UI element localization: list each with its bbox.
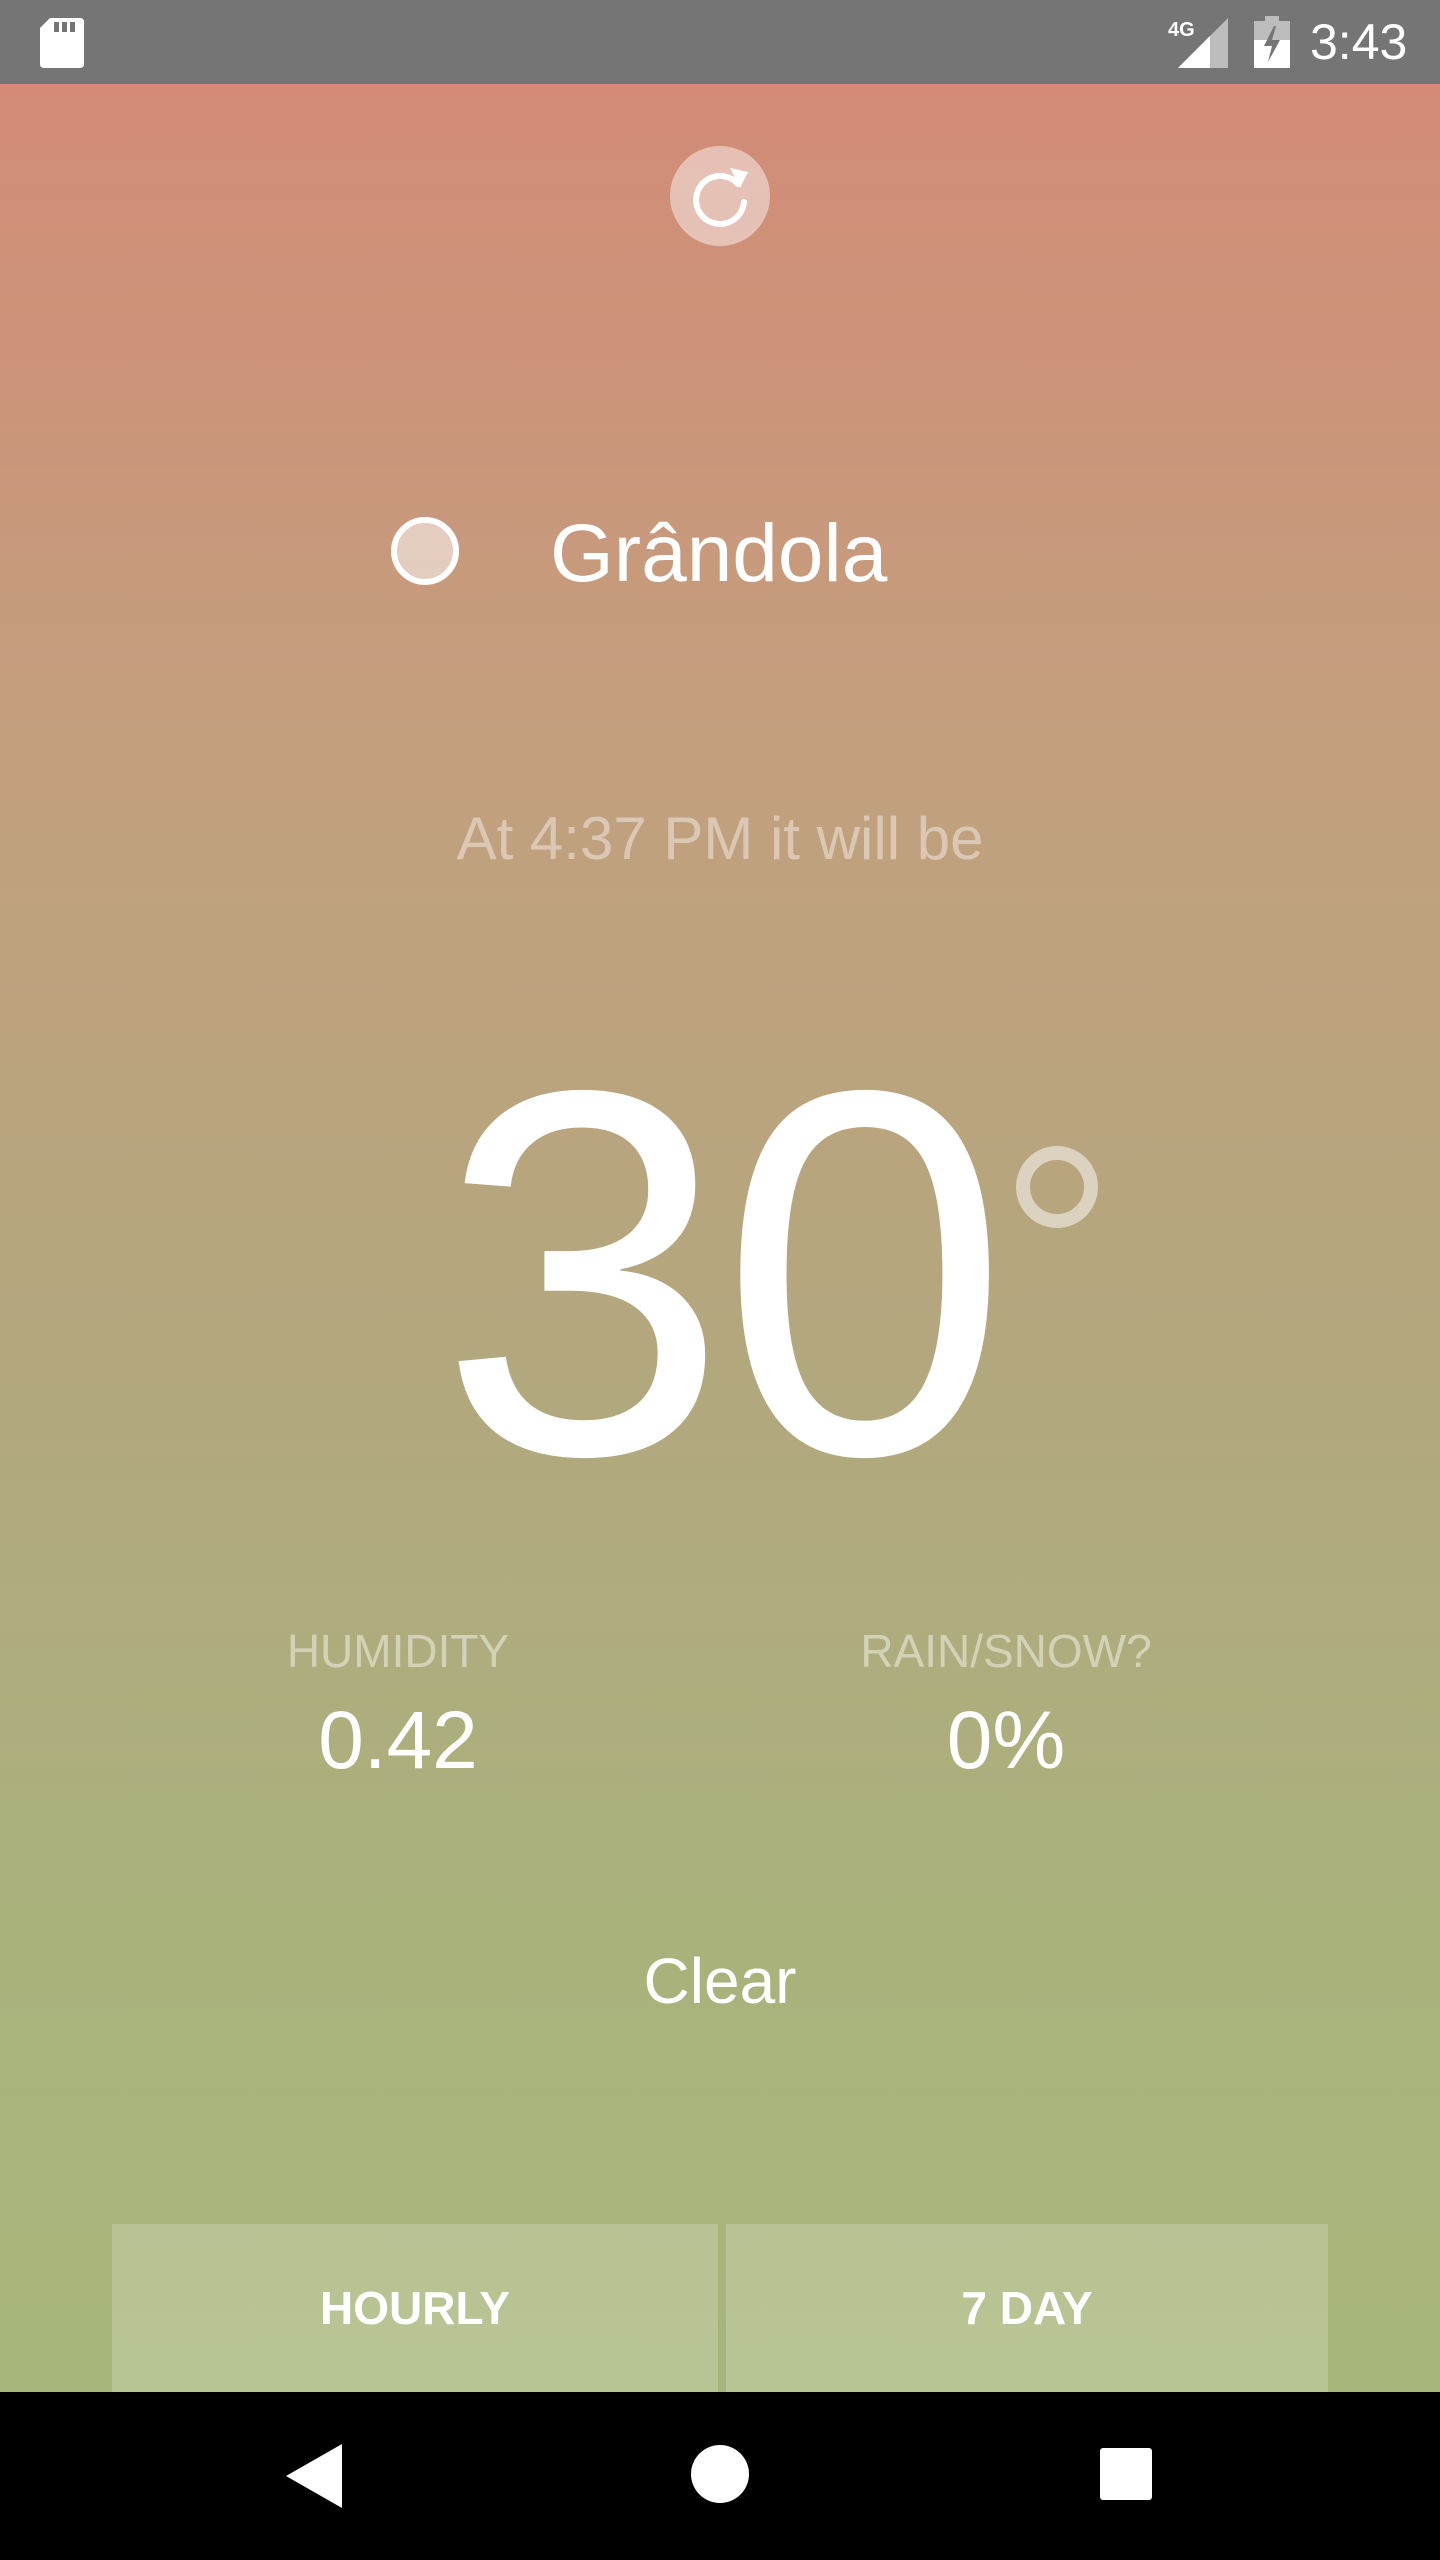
location-row: Grândola (0, 494, 1440, 614)
weather-summary: Clear (643, 1945, 797, 2017)
refresh-icon (693, 168, 748, 227)
humidity-label: HUMIDITY (286, 1625, 510, 1677)
sd-card-icon (40, 18, 84, 68)
forecast-time-text: At 4:37 PM it will be (456, 805, 984, 872)
precipitation-value: 0% (946, 1695, 1066, 1786)
network-type-text: 4G (1168, 19, 1195, 41)
location-dot-icon (391, 517, 459, 585)
status-clock: 3:43 (1310, 14, 1408, 70)
hourly-button[interactable]: HOURLY (112, 2224, 718, 2392)
status-bar: 4G 3:43 (0, 0, 1440, 84)
degree-circle-icon (1016, 1146, 1098, 1228)
app-screen: 4G 3:43 Grândola At 4:37 PM it will be 3… (0, 0, 1440, 2560)
temperature-block: 30 (0, 1014, 1440, 1534)
weather-panel: Grândola At 4:37 PM it will be 30 HUMIDI… (0, 84, 1440, 2392)
navigation-bar (0, 2392, 1440, 2560)
signal-4g-icon: 4G (1168, 18, 1228, 68)
home-icon[interactable] (690, 2444, 750, 2504)
back-icon[interactable] (286, 2444, 342, 2508)
battery-charging-icon (1254, 16, 1290, 68)
precipitation-label: RAIN/SNOW? (860, 1625, 1152, 1677)
humidity-value: 0.42 (318, 1695, 478, 1786)
recents-icon[interactable] (1100, 2448, 1152, 2500)
refresh-button[interactable] (670, 146, 770, 246)
temperature-value: 30 (438, 983, 1009, 1564)
location-name: Grândola (550, 508, 888, 599)
seven-day-button[interactable]: 7 DAY (726, 2224, 1328, 2392)
